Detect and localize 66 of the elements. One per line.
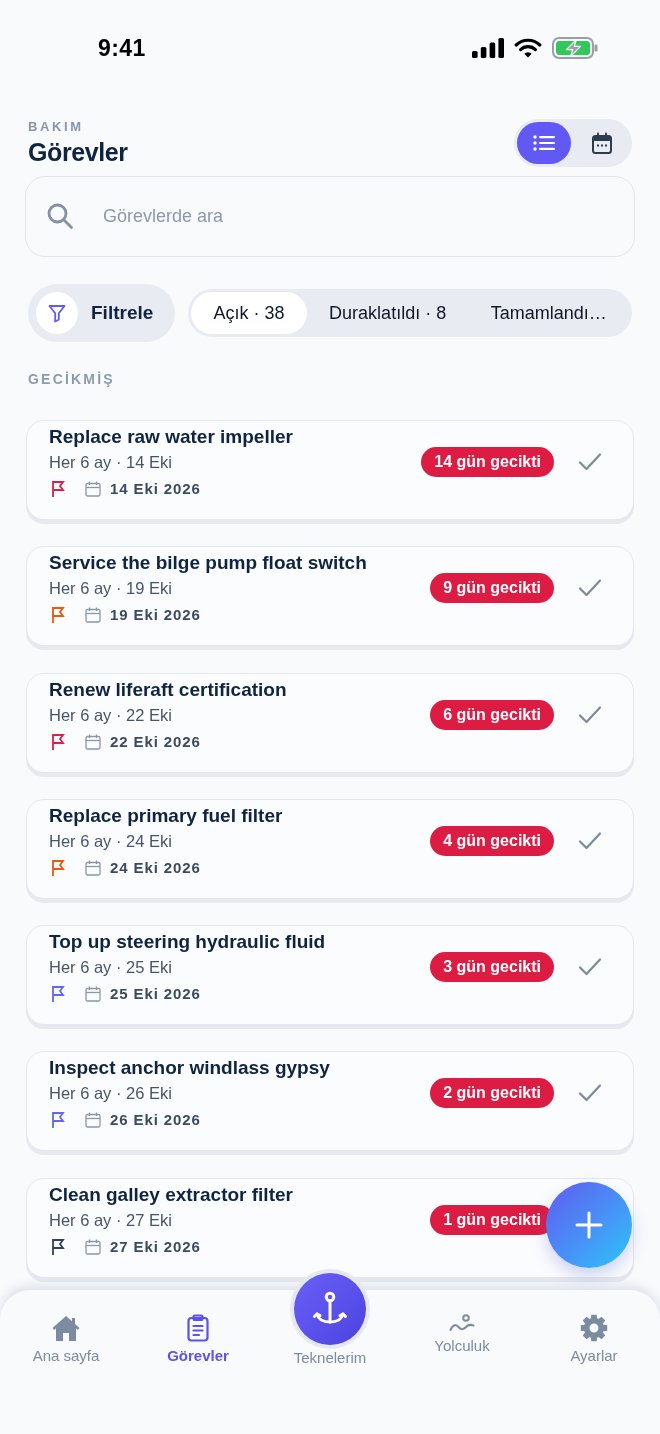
due-date: 27 Eki 2026 — [110, 1236, 201, 1257]
signal-icon — [472, 38, 504, 58]
overdue-badge: 4 gün gecikti — [430, 825, 554, 856]
calendar-icon — [85, 1112, 101, 1129]
status-tab[interactable]: Duraklatıldı · 8 — [306, 292, 469, 334]
check-icon[interactable] — [578, 452, 602, 472]
search-icon — [46, 202, 74, 230]
calendar-icon — [591, 132, 613, 154]
task-title: Inspect anchor windlass gypsy — [49, 1056, 330, 1081]
status-tab[interactable]: Tamamlandı… — [468, 292, 629, 334]
home-icon — [51, 1314, 81, 1342]
check-icon[interactable] — [578, 578, 602, 599]
page-title: Görevler — [28, 137, 128, 167]
overdue-badge: 9 gün gecikti — [430, 573, 554, 604]
task-recurrence: Her 6 ay · 24 Eki — [49, 830, 172, 852]
calendar-icon — [85, 481, 101, 497]
calendar-icon — [85, 733, 101, 750]
filter-icon — [36, 292, 78, 334]
settings-icon — [580, 1314, 608, 1342]
task-title: Replace raw water impeller — [49, 425, 293, 449]
filter-button[interactable]: Filtrele — [28, 284, 176, 342]
clock-time: 9:41 — [98, 34, 146, 62]
status-tab[interactable]: Açık · 38 — [191, 292, 307, 334]
due-date: 25 Eki 2026 — [110, 984, 201, 1005]
task-title: Service the bilge pump float switch — [49, 551, 367, 576]
due-date: 14 Eki 2026 — [110, 479, 201, 499]
calendar-icon — [85, 607, 101, 624]
task-recurrence: Her 6 ay · 26 Eki — [49, 1083, 172, 1105]
task-card[interactable]: Top up steering hydraulic fluid Her 6 ay · 25 Eki 25 Eki 2026 3 gün gecikti — [26, 925, 634, 1026]
list-view-button[interactable] — [517, 122, 571, 164]
due-date: 24 Eki 2026 — [110, 857, 201, 878]
calendar-icon — [85, 859, 101, 876]
check-icon[interactable] — [578, 957, 602, 978]
task-card[interactable]: Service the bilge pump float switch Her 6 ay · 19 Eki 19 Eki 2026 9 gün gecikti — [26, 546, 634, 647]
overdue-badge: 2 gün gecikti — [430, 1078, 554, 1109]
section-eyebrow: BAKIM — [28, 119, 84, 135]
calendar-icon — [85, 1238, 101, 1255]
task-recurrence: Her 6 ay · 19 Eki — [49, 578, 172, 600]
task-title: Clean galley extractor filter — [49, 1182, 293, 1207]
check-icon[interactable] — [578, 830, 602, 851]
battery-icon — [552, 37, 598, 59]
task-card[interactable]: Inspect anchor windlass gypsy Her 6 ay · 26 Eki 26 Eki 2026 2 gün gecikti — [26, 1051, 634, 1152]
task-recurrence: Her 6 ay · 25 Eki — [49, 957, 172, 979]
overdue-badge: 6 gün gecikti — [430, 699, 554, 730]
check-icon[interactable] — [578, 704, 602, 725]
tab-bar-item[interactable]: Görevler — [167, 1290, 229, 1365]
task-title: Renew liferaft certification — [49, 677, 287, 702]
task-recurrence: Her 6 ay · 27 Eki — [49, 1209, 172, 1231]
calendar-icon — [85, 986, 101, 1003]
list-icon — [533, 135, 555, 151]
check-icon[interactable] — [578, 1083, 602, 1104]
wifi-icon — [514, 38, 542, 58]
overdue-badge: 3 gün gecikti — [430, 952, 554, 983]
overdue-badge: 14 gün gecikti — [421, 447, 554, 477]
route-icon — [449, 1314, 475, 1332]
task-recurrence: Her 6 ay · 22 Eki — [49, 704, 172, 726]
task-recurrence: Her 6 ay · 14 Eki — [49, 452, 172, 473]
due-date: 19 Eki 2026 — [110, 605, 201, 626]
due-date: 26 Eki 2026 — [110, 1110, 201, 1131]
clipboard-icon — [186, 1314, 210, 1342]
task-title: Top up steering hydraulic fluid — [49, 930, 326, 955]
due-date: 22 Eki 2026 — [110, 731, 201, 752]
plus-icon — [575, 1211, 603, 1239]
section-heading: GECİKMİŞ — [28, 370, 115, 388]
search-field[interactable]: Görevlerde ara — [25, 176, 635, 257]
task-title: Replace primary fuel filter — [49, 803, 283, 828]
